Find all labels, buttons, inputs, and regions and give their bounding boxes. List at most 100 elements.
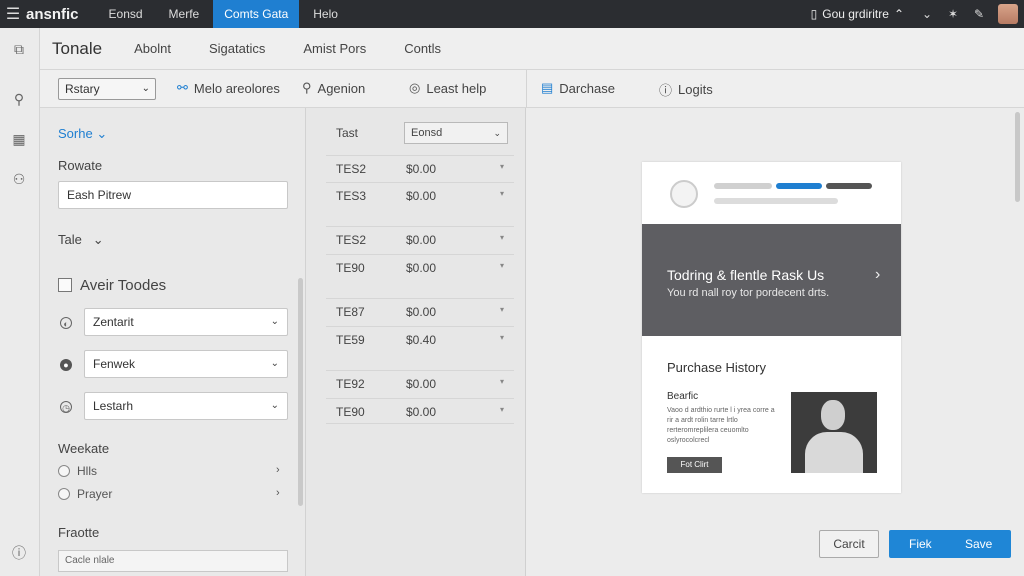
calendar-icon[interactable]: ▦ xyxy=(10,130,28,148)
tab-2[interactable]: Merfe xyxy=(157,0,212,28)
top-bar: ☰ ansnfic Eonsd Merfe Comts Gata Helo ▯ … xyxy=(0,0,1024,28)
select-value: Eonsd xyxy=(411,127,443,139)
chevron-right-icon[interactable]: › xyxy=(875,266,880,284)
clock-icon: ◷ xyxy=(60,401,72,413)
list-row[interactable]: TES2 $0.00 ▾ xyxy=(326,155,514,181)
list-row[interactable]: TES2 $0.00 ▾ xyxy=(326,226,514,252)
select-3[interactable]: Lestarh ⌄ xyxy=(84,392,288,420)
cancel-button[interactable]: Carcit xyxy=(819,530,879,558)
chevron-down-icon[interactable]: ⌄ xyxy=(914,7,940,21)
section-title: Purchase History xyxy=(667,360,766,375)
select-2[interactable]: Fenwek ⌄ xyxy=(84,350,288,378)
footer-input[interactable]: Cacle nlale xyxy=(58,550,288,572)
toolbar-item-label: Darchase xyxy=(559,80,615,96)
info-icon[interactable]: ⓘ xyxy=(10,544,28,562)
loading-icon xyxy=(670,180,698,208)
nav-item-4[interactable]: Contls xyxy=(404,41,441,56)
radio-label: Prayer xyxy=(77,487,113,501)
section-dropdown-label: Sorhe xyxy=(58,126,93,141)
toolbar-item-logits[interactable]: ⓘ Logits xyxy=(659,80,713,99)
text-field[interactable]: Eash Pitrew xyxy=(58,181,288,209)
toolbar-item-2[interactable]: ⚲ Agenion xyxy=(302,80,365,96)
left-rail: ⧉ ⚲ ▦ ⚇ ⓘ xyxy=(0,28,40,576)
save-button[interactable]: Fiek Save xyxy=(889,530,1011,558)
toolbar-item-purchase[interactable]: ▤ Darchase xyxy=(541,80,615,96)
tools-icon[interactable]: ✶ xyxy=(940,7,966,21)
row-code: TE59 xyxy=(336,333,365,347)
primary-dropdown[interactable]: Rstary ⌄ xyxy=(58,78,156,100)
primary-left-label: Fiek xyxy=(909,537,932,551)
edit-icon[interactable]: ✎ xyxy=(966,7,992,21)
skeleton-bar xyxy=(714,198,838,204)
product-button[interactable]: Fot Clirt xyxy=(667,457,722,473)
tab-4[interactable]: Helo xyxy=(301,0,350,28)
chevron-right-icon[interactable]: › xyxy=(276,487,280,499)
row-amount: $0.00 xyxy=(406,233,437,247)
user-icon[interactable]: ⚲ xyxy=(10,90,28,108)
chevron-down-icon: ▾ xyxy=(500,377,505,386)
list-row[interactable]: TE90 $0.00 ▾ xyxy=(326,398,514,424)
list-row[interactable]: TE59 $0.40 ▾ xyxy=(326,326,514,352)
row-amount: $0.00 xyxy=(406,305,437,319)
chevron-down-icon: ▾ xyxy=(500,261,505,270)
tab-active[interactable]: Comts Gata xyxy=(213,0,300,28)
toolbar-item-label: Least help xyxy=(426,80,487,96)
chevron-down-icon: ▾ xyxy=(500,405,505,414)
tale-dropdown[interactable]: Tale ⌄ xyxy=(58,232,104,248)
radio-2[interactable] xyxy=(58,488,70,500)
row-code: TES3 xyxy=(336,189,367,203)
shield-icon: ◐ xyxy=(60,317,72,329)
toolbar-item-label: Agenion xyxy=(317,80,366,96)
toolbar-item-1[interactable]: ⚯ Melo areolores xyxy=(177,80,280,96)
scrollbar[interactable] xyxy=(298,278,303,506)
progress-bar xyxy=(776,183,822,189)
row-code: TES2 xyxy=(336,233,367,247)
folder-icon[interactable]: ⧉ xyxy=(10,40,28,58)
tale-label: Tale xyxy=(58,232,82,247)
tab-1[interactable]: Eonsd xyxy=(97,0,155,28)
avatar[interactable] xyxy=(998,4,1018,24)
radio-label: Hlls xyxy=(77,464,97,478)
profile-photo xyxy=(791,392,877,473)
chevron-down-icon: ⌄ xyxy=(493,128,501,138)
nav-item-2[interactable]: Sigatatics xyxy=(209,41,265,56)
toolbar-item-3[interactable]: ◎ Least help xyxy=(409,80,486,96)
field-label: Rowate xyxy=(58,158,103,173)
chevron-down-icon: ⌄ xyxy=(96,126,108,141)
checkbox[interactable] xyxy=(58,278,72,292)
toolbar: Rstary ⌄ ⚯ Melo areolores ⚲ Agenion ◎ Le… xyxy=(40,70,1024,108)
hero-title: Todring & flentle Rask Us xyxy=(667,267,825,283)
list-filter-select[interactable]: Eonsd ⌄ xyxy=(404,122,508,144)
hero-banner[interactable]: Todring & flentle Rask Us You rd nall ro… xyxy=(642,224,901,336)
list-panel: Tast Eonsd ⌄ TES2 $0.00 ▾ TES3 $0.00 ▾ T… xyxy=(306,108,526,576)
row-amount: $0.00 xyxy=(406,162,437,176)
list-row[interactable]: TE92 $0.00 ▾ xyxy=(326,370,514,396)
nav-item-1[interactable]: Abolnt xyxy=(134,41,171,56)
hero-subtitle: You rd nall roy tor pordecent drts. xyxy=(667,287,830,299)
chevron-down-icon: ⌄ xyxy=(270,400,279,411)
chevron-right-icon[interactable]: › xyxy=(276,464,280,476)
row-code: TE87 xyxy=(336,305,365,319)
chevron-down-icon: ⌄ xyxy=(141,83,150,94)
nav-item-3[interactable]: Amist Pors xyxy=(303,41,366,56)
chevron-down-icon: ⌄ xyxy=(85,232,104,247)
link-icon: ⚯ xyxy=(177,80,188,95)
list-row[interactable]: TE87 $0.00 ▾ xyxy=(326,298,514,324)
select-1[interactable]: Zentarit ⌄ xyxy=(84,308,288,336)
list-row[interactable]: TE90 $0.00 ▾ xyxy=(326,254,514,280)
scrollbar[interactable] xyxy=(1015,112,1020,202)
list-row[interactable]: TES3 $0.00 ▾ xyxy=(326,182,514,208)
menu-icon[interactable]: ☰ xyxy=(0,4,26,24)
account-menu[interactable]: ▯ Gou grdiritre ⌃ xyxy=(811,7,904,21)
chevron-up-icon: ⌃ xyxy=(893,7,904,21)
chevron-down-icon: ▾ xyxy=(500,333,505,342)
people-icon[interactable]: ⚇ xyxy=(10,170,28,188)
chevron-down-icon: ▾ xyxy=(500,189,505,198)
chevron-down-icon: ⌄ xyxy=(270,316,279,327)
radio-1[interactable] xyxy=(58,465,70,477)
chevron-down-icon: ▾ xyxy=(500,233,505,242)
skeleton-bar xyxy=(826,183,872,189)
section-dropdown[interactable]: Sorhe ⌄ xyxy=(58,126,107,142)
skeleton-bar xyxy=(714,183,772,189)
row-amount: $0.40 xyxy=(406,333,437,347)
